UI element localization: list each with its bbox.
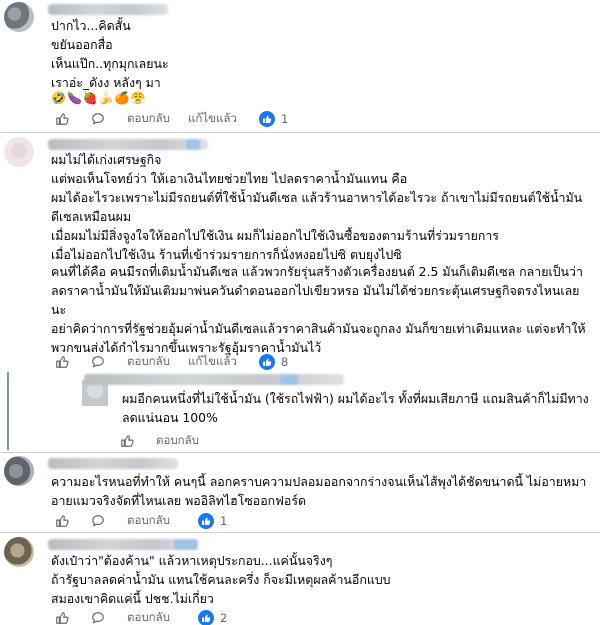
comment-actions: ตอบกลับ แก้ไขแล้ว 8: [55, 353, 288, 371]
reply-link[interactable]: ตอบกลับ: [156, 432, 199, 450]
commenter-name-redacted[interactable]: [48, 139, 208, 150]
reply-link[interactable]: ตอบกลับ: [127, 110, 170, 128]
comment-actions: ตอบกลับ 2: [55, 609, 227, 625]
thumbs-up-icon[interactable]: [55, 514, 69, 528]
reply-actions: ตอบกลับ: [120, 432, 217, 450]
reaction-count[interactable]: 8: [281, 355, 288, 369]
divider: [0, 452, 600, 453]
avatar[interactable]: [4, 2, 34, 32]
speech-bubble-icon[interactable]: [91, 514, 105, 528]
like-reaction-icon[interactable]: [258, 111, 275, 127]
comment-emoji: 🤣🍆🍓🍌🍊😤: [51, 91, 147, 105]
like-reaction-icon[interactable]: [258, 354, 275, 370]
thumbs-up-icon[interactable]: [55, 611, 69, 625]
edited-label: แก้ไขแล้ว: [188, 111, 237, 125]
reply-text: ผมอีกคนหนึ่งที่ไม่ใช้น้ำมัน (ใช้รถไฟฟ้า)…: [122, 391, 589, 425]
reaction-count[interactable]: 2: [220, 611, 227, 625]
reaction-count[interactable]: 1: [281, 112, 288, 126]
avatar[interactable]: [4, 537, 34, 567]
divider: [0, 132, 600, 133]
avatar[interactable]: [4, 137, 34, 167]
reply-link[interactable]: ตอบกลับ: [127, 353, 170, 371]
commenter-name-redacted[interactable]: [48, 4, 168, 15]
commenter-name-redacted[interactable]: [48, 458, 178, 469]
commenter-name-redacted[interactable]: [84, 374, 344, 385]
speech-bubble-icon[interactable]: [91, 611, 105, 625]
reply-thread-line: [7, 372, 9, 450]
comment-text: ดังเป๋าว่า"ต้องค้าน" แล้วหาเหตุประกอบ...…: [51, 553, 391, 606]
edited-label: แก้ไขแล้ว: [188, 354, 237, 368]
comment-actions: ตอบกลับ 1: [55, 512, 227, 530]
reply-link[interactable]: ตอบกลับ: [127, 609, 170, 625]
avatar[interactable]: [4, 456, 34, 486]
commenter-name-redacted[interactable]: [48, 539, 198, 550]
comment-text: ผมไม่ได้เก่งเศรษฐกิจ แต่พอเห็นโจทย์ว่า ใ…: [51, 152, 583, 262]
divider: [0, 532, 600, 533]
speech-bubble-icon[interactable]: [91, 112, 105, 126]
thumbs-up-icon[interactable]: [55, 355, 69, 369]
reply-link[interactable]: ตอบกลับ: [127, 512, 170, 530]
like-reaction-icon[interactable]: [198, 610, 214, 625]
comment-text: ความอะไรหนอที่ทำให้ คนๆนี้ ลอกคราบความปล…: [51, 474, 587, 508]
reaction-count[interactable]: 1: [220, 514, 227, 528]
thumbs-up-icon[interactable]: [120, 434, 134, 448]
speech-bubble-icon[interactable]: [91, 355, 105, 369]
comment-actions: ตอบกลับ แก้ไขแล้ว 1: [55, 110, 288, 128]
thumbs-up-icon[interactable]: [55, 112, 69, 126]
like-reaction-icon[interactable]: [198, 513, 214, 529]
comment-text-continued: คนที่ได้คือ คนมีรถที่เติมน้ำมันดีเซล แล้…: [51, 264, 586, 355]
comment-text: ปากไว...คิดสั้น ขยันออกสื่อ เห็นแป๊ก..ทุ…: [51, 18, 169, 90]
